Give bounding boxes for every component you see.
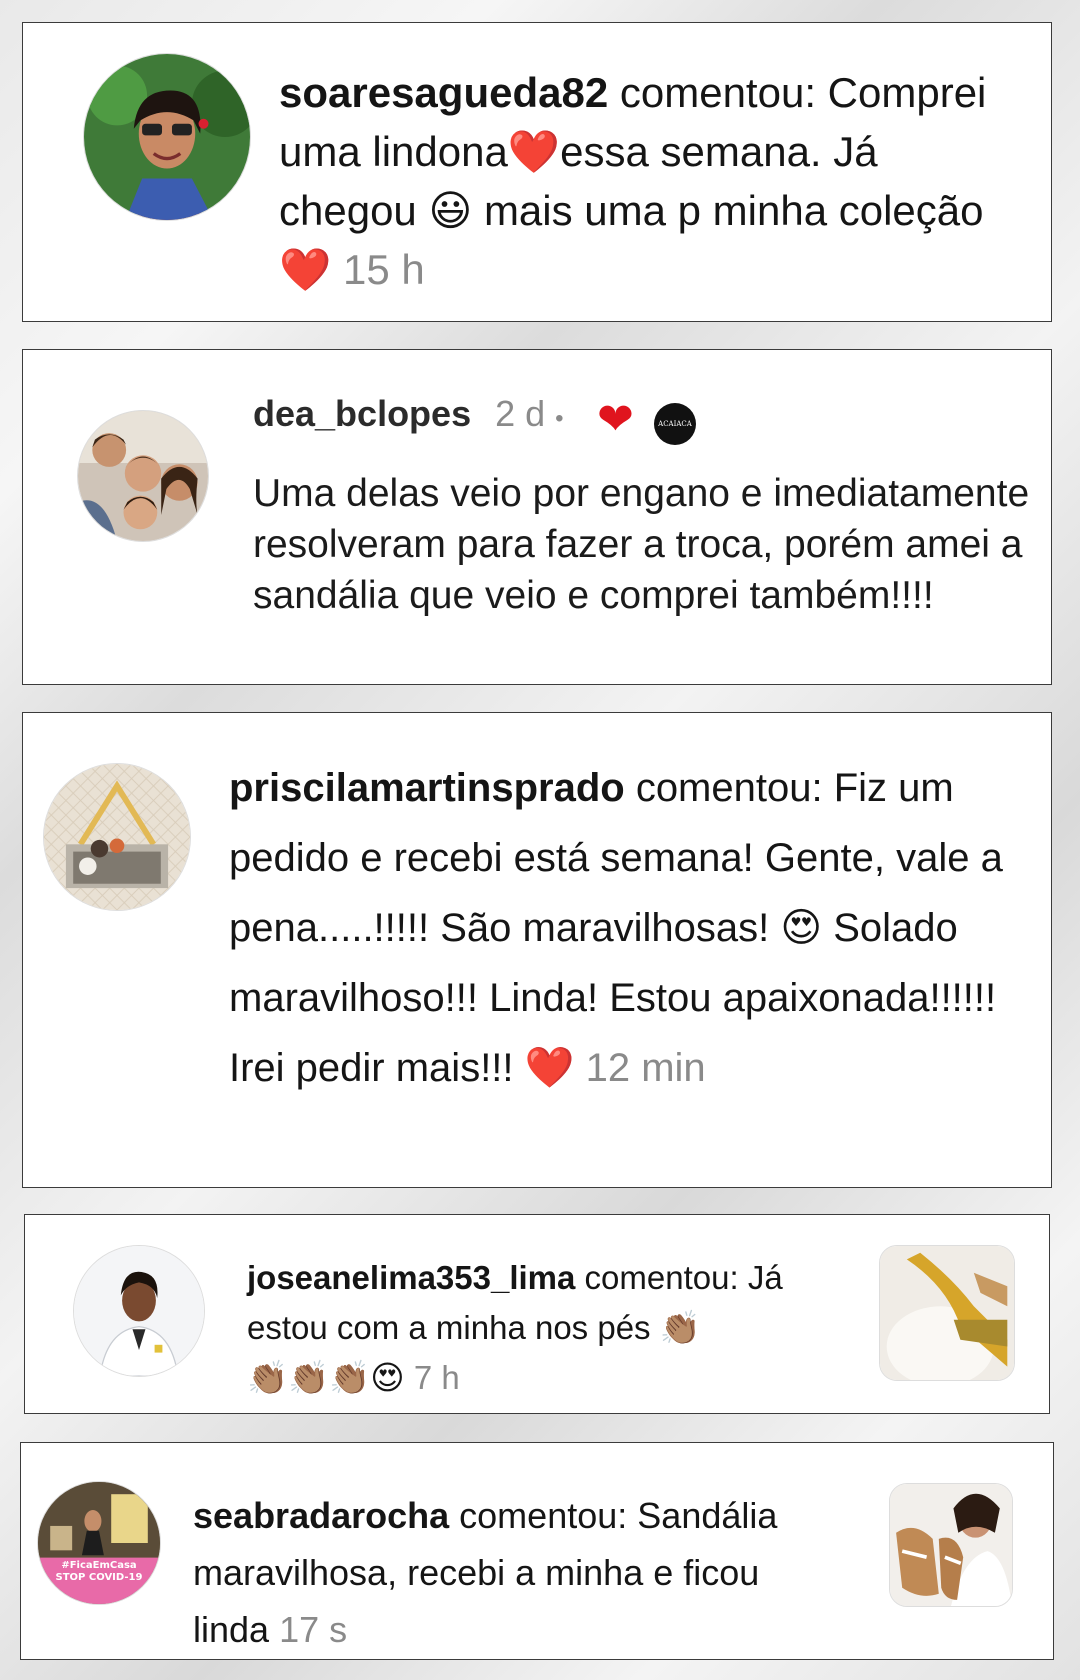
comment-verb: comentou: (635, 766, 823, 810)
liked-by-author-heart-icon[interactable]: ❤ (597, 398, 634, 442)
covid-badge: #FicaEmCasa STOP COVID-19 (38, 1560, 160, 1584)
creator-avatar-badge: ACAIACA (654, 403, 696, 445)
comment-body: seabradarocha comentou: Sandália maravil… (193, 1487, 833, 1658)
username-link[interactable]: seabradarocha (193, 1495, 449, 1536)
timestamp: 15 h (342, 246, 425, 293)
avatar-joseanelima353-lima[interactable] (73, 1245, 205, 1377)
avatar-photo (44, 764, 190, 910)
sandal-photo (890, 1484, 1012, 1606)
post-thumbnail[interactable] (889, 1483, 1013, 1607)
timestamp: 17 s (279, 1609, 348, 1650)
heart-eyes-emoji: 😍 (780, 906, 823, 950)
avatar-photo (78, 411, 208, 541)
comment-verb: comentou: (584, 1259, 739, 1296)
sandal-photo (880, 1246, 1014, 1380)
comment-verb: comentou: (619, 69, 816, 116)
avatar-photo (74, 1246, 204, 1376)
username-link[interactable]: dea_bclopes (253, 393, 471, 434)
creator-badge-text: ACAIACA (658, 420, 692, 428)
comment-verb: comentou: (459, 1495, 628, 1536)
comment-card-soaresagueda82: soaresagueda82 comentou: Comprei uma lin… (22, 22, 1052, 322)
comment-card-joseanelima353-lima: joseanelima353_lima comentou: Já estou c… (24, 1214, 1050, 1414)
comment-body: soaresagueda82 comentou: Comprei uma lin… (279, 63, 999, 299)
comment-text: mais uma p minha coleção (483, 187, 984, 234)
grinning-emoji: 😃 (428, 187, 473, 234)
avatar-photo (38, 1482, 160, 1604)
avatar-soaresagueda82[interactable] (83, 53, 251, 221)
separator-dot: • (555, 405, 564, 432)
username-link[interactable]: joseanelima353_lima (247, 1259, 575, 1296)
clapping-hands-emoji: 👏🏽 (659, 1309, 701, 1346)
comment-card-priscilamartinsprado: priscilamartinsprado comentou: Fiz um pe… (22, 712, 1052, 1188)
post-thumbnail[interactable] (879, 1245, 1015, 1381)
comment-body: joseanelima353_lima comentou: Já estou c… (247, 1253, 827, 1403)
badge-caption: STOP COVID-19 (55, 1572, 143, 1583)
comment-body: priscilamartinsprado comentou: Fiz um pe… (229, 753, 1049, 1103)
avatar-photo (84, 54, 250, 220)
avatar-priscilamartinsprado[interactable] (43, 763, 191, 911)
clapping-hands-heart-eyes-emoji: 👏🏽👏🏽👏🏽😍 (247, 1359, 405, 1396)
comment-text: Uma delas veio por engano e imediatament… (253, 472, 1030, 617)
badge-hashtag: #FicaEmCasa (61, 1560, 137, 1571)
comment-card-dea-bclopes: dea_bclopes 2 d • ❤ ACAIACA Uma delas ve… (22, 349, 1052, 685)
timestamp: 7 h (413, 1359, 460, 1396)
avatar-seabradarocha[interactable]: #FicaEmCasa STOP COVID-19 (37, 1481, 161, 1605)
heart-emoji: ❤️ (524, 1046, 575, 1090)
avatar-dea-bclopes[interactable] (77, 410, 209, 542)
heart-emoji: ❤️ (507, 128, 561, 175)
comment-card-seabradarocha: #FicaEmCasa STOP COVID-19 seabradarocha … (20, 1442, 1054, 1660)
timestamp: 2 d (495, 393, 546, 434)
username-link[interactable]: priscilamartinsprado (229, 766, 625, 810)
timestamp: 12 min (585, 1046, 706, 1090)
heart-emoji: ❤️ (279, 246, 332, 293)
username-link[interactable]: soaresagueda82 (279, 69, 608, 116)
